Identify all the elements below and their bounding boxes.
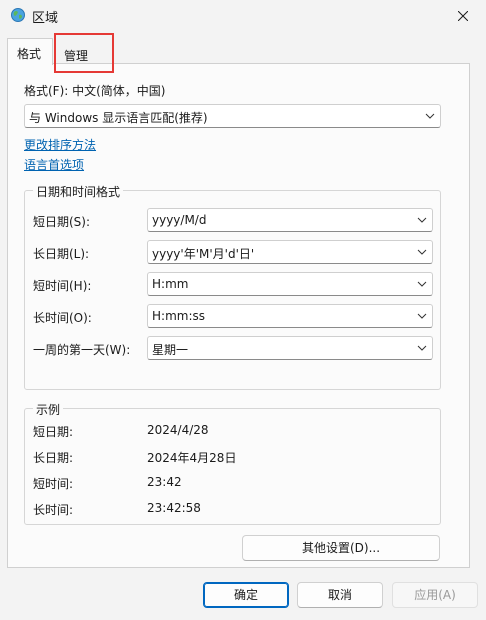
chevron-down-icon	[425, 113, 435, 119]
tab-format[interactable]: 格式	[7, 38, 53, 65]
format-panel: 格式(F): 中文(简体，中国) 与 Windows 显示语言匹配(推荐) 更改…	[7, 63, 470, 568]
example-long-date-value: 2024年4月28日	[147, 451, 237, 465]
example-long-date-label: 长日期:	[33, 451, 74, 465]
long-date-dropdown[interactable]: yyyy'年'M'月'd'日'	[147, 240, 433, 264]
long-time-dropdown[interactable]: H:mm:ss	[147, 304, 433, 328]
example-long-time-value: 23:42:58	[147, 501, 201, 515]
chevron-down-icon	[417, 249, 427, 255]
short-date-label: 短日期(S):	[33, 215, 91, 229]
first-day-of-week-label: 一周的第一天(W):	[33, 343, 131, 357]
ok-button[interactable]: 确定	[203, 582, 289, 608]
window-title: 区域	[32, 11, 59, 26]
tab-format-label: 格式	[17, 47, 42, 61]
format-dropdown[interactable]: 与 Windows 显示语言匹配(推荐)	[24, 104, 441, 128]
long-time-label: 长时间(O):	[33, 311, 92, 325]
other-settings-button[interactable]: 其他设置(D)...	[242, 535, 440, 561]
example-short-date-value: 2024/4/28	[147, 423, 209, 437]
globe-icon	[11, 8, 25, 22]
examples-group-title: 示例	[33, 401, 64, 418]
short-time-dropdown[interactable]: H:mm	[147, 272, 433, 296]
apply-button[interactable]: 应用(A)	[392, 582, 478, 608]
short-date-value: yyyy/M/d	[152, 213, 207, 227]
chevron-down-icon	[417, 313, 427, 319]
cancel-button[interactable]: 取消	[297, 582, 383, 608]
language-preferences-link[interactable]: 语言首选项	[24, 156, 84, 173]
format-label: 格式(F): 中文(简体，中国)	[24, 84, 166, 98]
close-icon	[458, 11, 468, 21]
short-time-label: 短时间(H):	[33, 279, 92, 293]
datetime-group: 日期和时间格式 短日期(S): yyyy/M/d 长日期(L): yyyy'年'…	[24, 183, 441, 390]
long-date-label: 长日期(L):	[33, 247, 90, 261]
first-day-of-week-value: 星期一	[152, 343, 189, 357]
long-date-value: yyyy'年'M'月'd'日'	[152, 247, 255, 261]
datetime-group-title: 日期和时间格式	[33, 183, 124, 200]
tab-manage[interactable]: 管理	[54, 33, 114, 73]
long-time-value: H:mm:ss	[152, 309, 205, 323]
example-short-time-label: 短时间:	[33, 477, 74, 491]
chevron-down-icon	[417, 345, 427, 351]
examples-group: 示例 短日期: 2024/4/28 长日期: 2024年4月28日 短时间: 2…	[24, 401, 441, 525]
chevron-down-icon	[417, 217, 427, 223]
example-short-time-value: 23:42	[147, 475, 182, 489]
format-dropdown-value: 与 Windows 显示语言匹配(推荐)	[29, 111, 208, 125]
short-time-value: H:mm	[152, 277, 189, 291]
example-long-time-label: 长时间:	[33, 503, 74, 517]
close-button[interactable]	[440, 0, 486, 32]
example-short-date-label: 短日期:	[33, 425, 74, 439]
first-day-of-week-dropdown[interactable]: 星期一	[147, 336, 433, 360]
tab-manage-label: 管理	[64, 49, 89, 63]
chevron-down-icon	[417, 281, 427, 287]
change-sort-link[interactable]: 更改排序方法	[24, 136, 96, 153]
title-bar: 区域	[0, 0, 486, 32]
short-date-dropdown[interactable]: yyyy/M/d	[147, 208, 433, 232]
